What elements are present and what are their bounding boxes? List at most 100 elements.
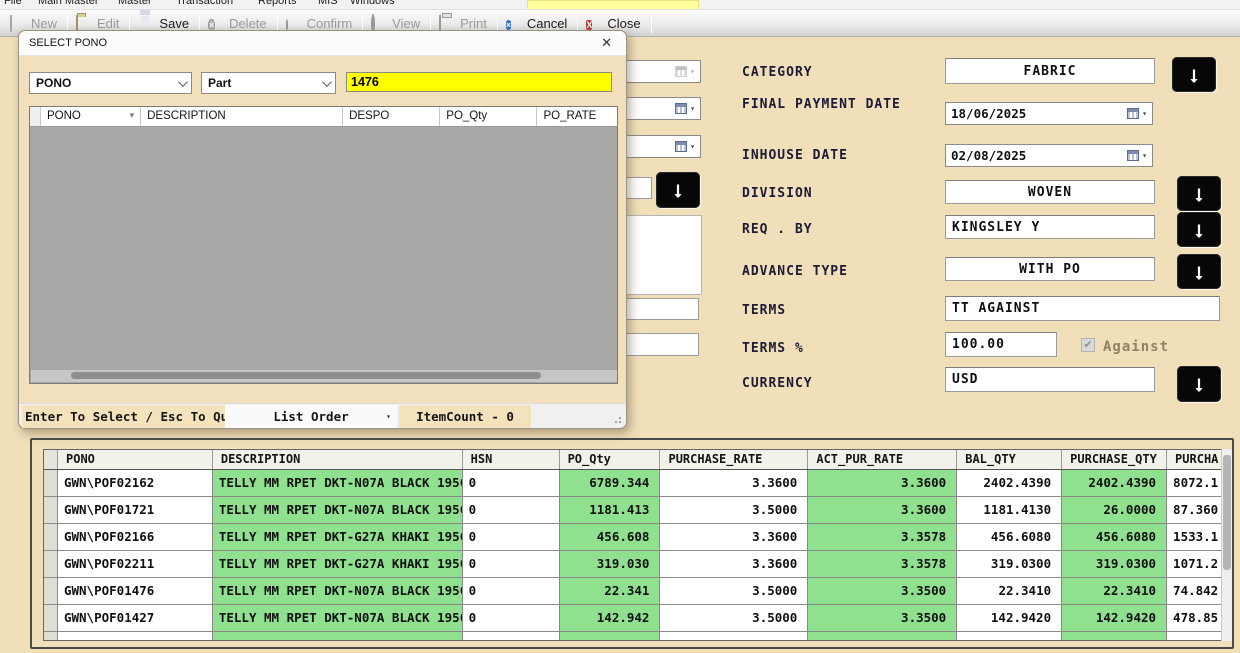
table-row[interactable]: GWN\POF02166 TELLY MM RPET DKT-G27A KHAK…	[44, 524, 1224, 551]
col-pono[interactable]: PONO	[58, 450, 213, 469]
table-row[interactable]: GWN\POF02211 TELLY MM RPET DKT-G27A KHAK…	[44, 551, 1224, 578]
grid-col-despo[interactable]: DESPO	[343, 107, 440, 126]
delete-button-label: Delete	[229, 16, 267, 31]
table-row[interactable]: GWN\POF01476 TELLY MM RPET DKT-N07A BLAC…	[44, 578, 1224, 605]
category-field[interactable]: FABRIC	[945, 58, 1155, 84]
cell-purchase-extra: 87.360	[1167, 497, 1224, 524]
cell-bal-qty: 22.3410	[957, 578, 1062, 605]
division-field[interactable]: WOVEN	[945, 180, 1155, 204]
grid-col-po-rate[interactable]: PO_RATE	[537, 107, 617, 126]
hidden-date-field[interactable]: ▾	[626, 97, 701, 120]
calendar-icon	[675, 141, 687, 152]
division-lookup-button[interactable]: ↓	[1177, 176, 1221, 211]
part-filter-select[interactable]: Part	[201, 72, 336, 94]
po-table-panel: PONO DESCRIPTION HSN PO_Qty PURCHASE_RAT…	[30, 438, 1234, 649]
sort-down-icon: ▾	[130, 110, 137, 121]
against-checkbox: ✔	[1081, 338, 1095, 352]
cell-pono: GWN\POF02211	[58, 551, 213, 578]
menu-file[interactable]: File	[4, 0, 22, 7]
cell-bal-qty: 1181.4130	[957, 497, 1062, 524]
pono-filter-select[interactable]: PONO	[29, 72, 192, 94]
menu-windows[interactable]: Windows	[350, 0, 395, 7]
col-po-qty[interactable]: PO_Qty	[560, 450, 661, 469]
cell-empty	[463, 632, 560, 641]
pono-results-grid[interactable]: PONO▾ DESCRIPTION DESPO PO_Qty PO_RATE	[29, 106, 618, 384]
chevron-down-icon	[322, 77, 332, 87]
down-arrow-icon: ↓	[1194, 371, 1205, 397]
search-input[interactable]	[346, 72, 612, 92]
final-payment-date-field[interactable]: 18/06/2025 ▾	[945, 102, 1153, 125]
hidden-field[interactable]	[626, 333, 699, 356]
resize-grip[interactable]	[614, 416, 622, 424]
col-purchase-qty[interactable]: PURCHASE_QTY	[1062, 450, 1167, 469]
menu-reports[interactable]: Reports	[258, 0, 297, 7]
menu-master[interactable]: Master	[118, 0, 152, 7]
col-purchase-extra[interactable]: PURCHA	[1167, 450, 1224, 469]
advance-type-lookup-button[interactable]: ↓	[1177, 254, 1221, 289]
scrollbar-thumb[interactable]	[71, 372, 541, 379]
confirm-icon	[286, 16, 302, 31]
delete-icon: ×	[208, 16, 224, 31]
col-bal-qty[interactable]: BAL_QTY	[957, 450, 1062, 469]
cell-empty	[808, 632, 957, 641]
down-arrow-icon: ↓	[1194, 181, 1205, 207]
cell-pono: GWN\POF01721	[58, 497, 213, 524]
item-count: ItemCount - 0	[399, 405, 531, 428]
cell-po-qty: 1181.413	[560, 497, 661, 524]
dialog-titlebar[interactable]: SELECT PONO ✕	[19, 31, 626, 56]
cell-pono: GWN\POF01476	[58, 578, 213, 605]
horizontal-scrollbar[interactable]	[31, 370, 618, 382]
part-filter-value: Part	[208, 76, 231, 90]
terms-pct-field[interactable]: 100.00	[945, 332, 1057, 357]
inhouse-date-field[interactable]: 02/08/2025 ▾	[945, 144, 1153, 167]
grid-indicator-header	[30, 107, 41, 126]
cell-act-pur-rate: 3.3578	[808, 524, 957, 551]
list-order-label: List Order	[273, 409, 348, 424]
confirm-button-label: Confirm	[307, 16, 353, 31]
col-description[interactable]: DESCRIPTION	[213, 450, 463, 469]
dialog-title: SELECT PONO	[29, 37, 107, 49]
currency-lookup-button[interactable]: ↓	[1177, 366, 1221, 402]
po-table-header: PONO DESCRIPTION HSN PO_Qty PURCHASE_RAT…	[44, 450, 1224, 470]
grid-col-pono[interactable]: PONO▾	[41, 107, 141, 126]
hidden-textarea[interactable]	[626, 215, 702, 295]
col-hsn[interactable]: HSN	[463, 450, 560, 469]
menu-transaction[interactable]: Transaction	[176, 0, 233, 7]
cell-po-qty: 142.942	[560, 605, 661, 632]
close-icon[interactable]: ✕	[597, 35, 616, 51]
lookup-arrow-button[interactable]: ↓	[656, 172, 700, 208]
col-act-pur-rate[interactable]: ACT_PUR_RATE	[808, 450, 957, 469]
req-by-field[interactable]: KINGSLEY Y	[945, 215, 1155, 239]
grid-col-po-qty[interactable]: PO_Qty	[440, 107, 537, 126]
hidden-field[interactable]	[626, 177, 652, 199]
req-by-lookup-button[interactable]: ↓	[1177, 212, 1221, 247]
cell-bal-qty: 456.6080	[957, 524, 1062, 551]
table-row[interactable]: GWN\POF02162 TELLY MM RPET DKT-N07A BLAC…	[44, 470, 1224, 497]
table-row[interactable]: GWN\POF01427 TELLY MM RPET DKT-N07A BLAC…	[44, 605, 1224, 632]
final-payment-date-value: 18/06/2025	[951, 106, 1026, 121]
terms-field[interactable]: TT AGAINST	[945, 296, 1220, 321]
row-indicator-header	[44, 450, 58, 469]
scrollbar-thumb[interactable]	[1223, 455, 1231, 570]
currency-field[interactable]: USD	[945, 367, 1155, 392]
terms-pct-label: TERMS %	[742, 340, 804, 357]
cell-purchase-qty: 26.0000	[1062, 497, 1167, 524]
col-purchase-rate[interactable]: PURCHASE_RATE	[660, 450, 808, 469]
menu-main-master[interactable]: Main Master	[38, 0, 99, 7]
hidden-date-field[interactable]: ▾	[626, 135, 701, 158]
vertical-scrollbar[interactable]	[1221, 449, 1232, 641]
table-row-partial	[44, 632, 1224, 641]
cell-hsn: 0	[463, 605, 560, 632]
cell-hsn: 0	[463, 497, 560, 524]
cell-description: TELLY MM RPET DKT-N07A BLACK 195CM	[213, 470, 463, 497]
print-button-label: Print	[460, 16, 487, 31]
table-row[interactable]: GWN\POF01721 TELLY MM RPET DKT-N07A BLAC…	[44, 497, 1224, 524]
menu-mis[interactable]: MIS	[318, 0, 338, 7]
list-order-dropdown[interactable]: List Order ▾	[225, 405, 397, 428]
cell-purchase-qty: 456.6080	[1062, 524, 1167, 551]
category-lookup-button[interactable]: ↓	[1172, 57, 1216, 92]
grid-col-description[interactable]: DESCRIPTION	[141, 107, 343, 126]
advance-type-field[interactable]: WITH PO	[945, 257, 1155, 281]
cell-description: TELLY MM RPET DKT-N07A BLACK 195CM	[213, 497, 463, 524]
hidden-field[interactable]	[626, 298, 699, 320]
